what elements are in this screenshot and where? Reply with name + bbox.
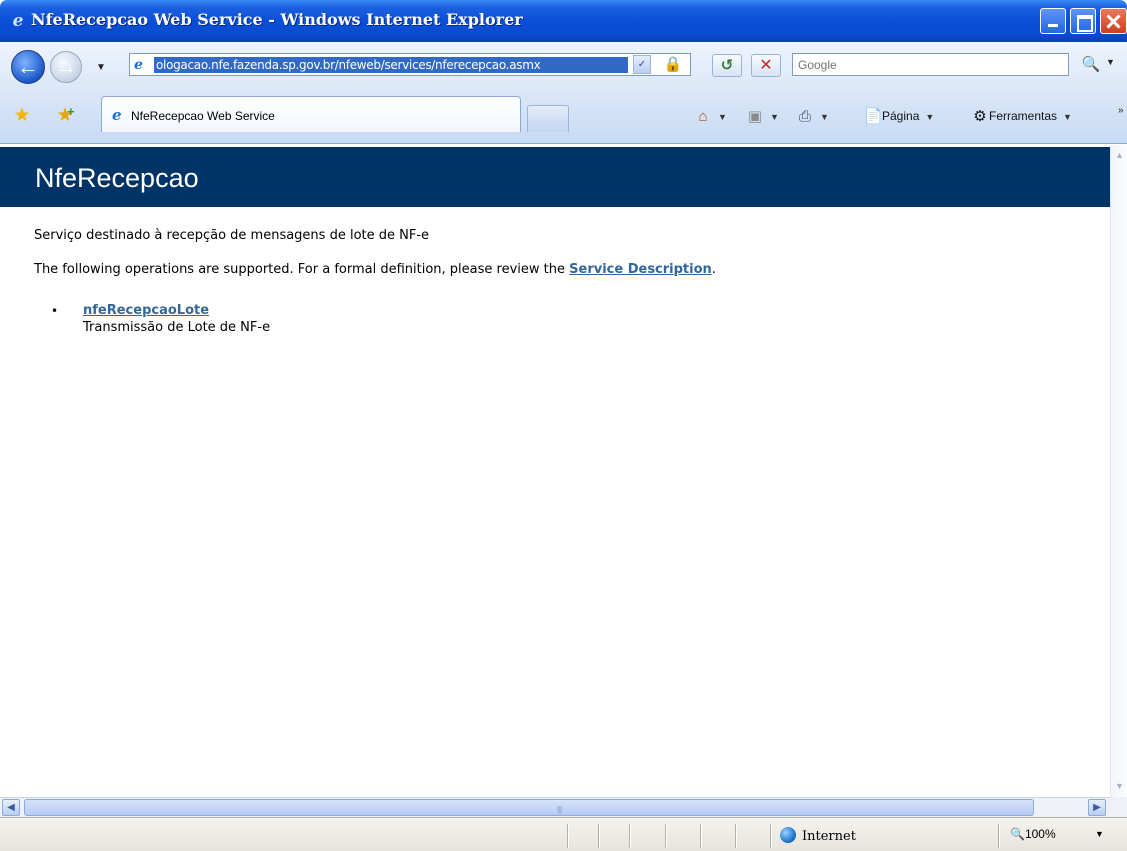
close-window-button[interactable] — [1100, 8, 1127, 34]
ie-logo-icon: e — [12, 11, 24, 31]
scrollbar-corner — [1110, 797, 1127, 817]
scroll-right-button[interactable]: ▶ — [1088, 799, 1106, 816]
globe-icon — [780, 827, 796, 843]
service-banner: NfeRecepcao — [0, 147, 1110, 207]
search-input[interactable] — [793, 54, 1068, 75]
tab-page-icon: e — [112, 106, 122, 124]
tools-menu-label: Ferramentas — [989, 109, 1058, 123]
address-url[interactable]: ologacao.nfe.fazenda.sp.gov.br/nfeweb/se… — [154, 57, 628, 73]
gear-icon: ⚙ — [973, 108, 987, 125]
vertical-scrollbar[interactable]: ▲ ▼ — [1110, 145, 1127, 797]
favorites-center-button[interactable]: ★ — [11, 105, 33, 127]
tab-label: NfeRecepcao Web Service — [131, 109, 275, 123]
browser-toolbar: ← → ▼ e ologacao.nfe.fazenda.sp.gov.br/n… — [0, 42, 1127, 144]
stop-icon: ✕ — [759, 57, 773, 74]
address-bar[interactable]: e ologacao.nfe.fazenda.sp.gov.br/nfeweb/… — [129, 53, 691, 76]
print-icon: ⎙ — [798, 108, 811, 125]
star-icon: ★ — [13, 105, 31, 126]
page-icon: e — [134, 57, 143, 73]
add-favorite-icon: ★ — [56, 105, 74, 126]
status-divider — [998, 824, 999, 848]
window-titlebar[interactable]: e NfeRecepcao Web Service - Windows Inte… — [0, 0, 1127, 42]
add-favorite-button[interactable]: ★ — [54, 101, 76, 127]
recent-pages-dropdown[interactable]: ▼ — [96, 62, 106, 73]
status-divider — [735, 824, 736, 848]
feeds-button[interactable]: ▣ ▼ — [746, 105, 779, 128]
stop-button[interactable]: ✕ — [751, 54, 781, 77]
zoom-dropdown[interactable]: ▼ — [1095, 829, 1104, 839]
lock-icon[interactable]: 🔒 — [660, 54, 686, 75]
new-tab-button[interactable] — [527, 105, 569, 132]
page-menu-icon: 📄 — [864, 108, 883, 125]
scroll-up-arrow-icon[interactable]: ▲ — [1112, 148, 1127, 163]
feeds-icon: ▣ — [747, 108, 763, 125]
page-content: NfeRecepcao Serviço destinado à recepção… — [0, 145, 1110, 797]
page-menu-label: Página — [882, 109, 920, 123]
home-button[interactable]: ⌂ ▼ — [694, 105, 727, 128]
search-icon: 🔍 — [1081, 56, 1101, 73]
horizontal-scroll-thumb[interactable]: |||| — [24, 799, 1034, 816]
status-divider — [700, 824, 701, 848]
scroll-down-arrow-icon[interactable]: ▼ — [1112, 779, 1127, 794]
refresh-button[interactable]: ↺ — [712, 54, 742, 77]
status-divider — [665, 824, 666, 848]
zoom-label: 100% — [1024, 827, 1056, 841]
scroll-left-button[interactable]: ◀ — [2, 799, 20, 816]
minimize-button[interactable] — [1040, 8, 1066, 34]
back-arrow-icon: ← — [17, 54, 39, 79]
page-menu-button[interactable]: 📄Página ▼ — [864, 105, 934, 128]
tools-menu-button[interactable]: ⚙ Ferramentas ▼ — [971, 105, 1072, 128]
zone-label: Internet — [802, 829, 856, 844]
tab-nferecepcao[interactable]: e NfeRecepcao Web Service — [101, 96, 521, 132]
zoom-icon: 🔍 — [1010, 827, 1025, 841]
print-dropdown[interactable]: ▼ — [820, 112, 829, 122]
operation-description: Transmissão de Lote de NF-e — [83, 320, 271, 335]
bullet: • — [51, 304, 59, 318]
service-description-text: Serviço destinado à recepção de mensagen… — [34, 228, 430, 243]
security-zone[interactable]: Internet — [780, 827, 856, 844]
scroll-grip-icon: |||| — [557, 805, 562, 814]
home-icon: ⌂ — [698, 108, 708, 125]
operations-intro-text: The following operations are supported. … — [34, 262, 570, 277]
search-options-dropdown[interactable]: ▼ — [1106, 57, 1115, 67]
search-button[interactable]: 🔍 — [1079, 54, 1103, 76]
status-divider — [770, 824, 771, 848]
operation-link-nferecepcaolote[interactable]: nfeRecepcaoLote — [83, 303, 209, 318]
operations-intro: The following operations are supported. … — [34, 262, 716, 277]
maximize-button[interactable] — [1070, 8, 1096, 34]
operations-intro-end: . — [711, 262, 716, 277]
feeds-dropdown[interactable]: ▼ — [770, 112, 779, 122]
forward-arrow-icon: → — [55, 54, 77, 79]
zoom-level[interactable]: 🔍100% — [1010, 827, 1056, 841]
status-divider — [629, 824, 630, 848]
status-divider — [598, 824, 599, 848]
back-button[interactable]: ← — [11, 50, 45, 84]
status-bar: Internet 🔍100% ▼ — [0, 817, 1127, 851]
page-title: NfeRecepcao — [35, 163, 199, 193]
home-dropdown[interactable]: ▼ — [718, 112, 727, 122]
forward-button[interactable]: → — [50, 51, 82, 83]
service-description-link[interactable]: Service Description — [569, 262, 712, 277]
address-dropdown-button[interactable]: ✓ — [633, 55, 651, 74]
window-title: NfeRecepcao Web Service - Windows Intern… — [31, 10, 523, 29]
refresh-icon: ↺ — [720, 57, 734, 74]
status-divider — [567, 824, 568, 848]
horizontal-scrollbar[interactable]: ◀ |||| ▶ — [0, 797, 1110, 817]
toolbar-overflow-chevron[interactable]: » — [1118, 100, 1124, 122]
search-box[interactable] — [792, 53, 1069, 76]
print-button[interactable]: ⎙ ▼ — [796, 105, 829, 128]
